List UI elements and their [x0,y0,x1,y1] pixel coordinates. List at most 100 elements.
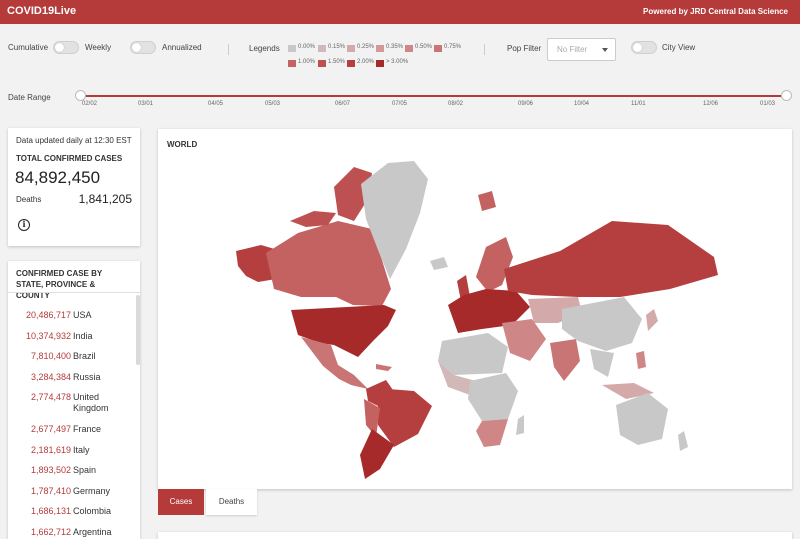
region-count: 1,686,131 [30,506,71,516]
info-icon[interactable]: i [18,219,30,231]
region-name: Brazil [73,351,96,361]
date-range-start-handle[interactable] [75,90,86,101]
region-madagascar [516,415,524,435]
region-india [550,339,580,381]
region-name: Argentina [73,526,112,537]
region-iceland [430,257,448,270]
date-tick-label: 09/06 [518,101,534,107]
secondary-card [158,532,792,539]
region-count: 2,774,478 [30,392,71,402]
app-title: COVID19Live [7,5,77,17]
legend-label: 0.00% [298,44,316,50]
top-bar: COVID19Live Powered by JRD Central Data … [0,0,800,24]
legend-label: 1.00% [298,59,316,65]
region-south-africa [476,419,508,447]
region-count: 2,677,497 [30,424,71,434]
city-view-label: City View [662,43,696,52]
legend-swatch [318,60,326,67]
date-tick-label: 01/03 [760,101,776,107]
summary-card: Data updated daily at 12:30 EST TOTAL CO… [8,128,140,246]
date-tick-label: 02/02 [82,101,98,107]
region-southeast-asia [590,349,614,377]
cumulative-label: Cumulative [8,43,49,52]
tab-deaths[interactable]: Deaths [206,489,257,515]
date-tick-label: 10/04 [574,101,590,107]
date-tick-label: 04/05 [208,101,224,107]
deaths-value: 1,841,205 [78,192,132,206]
divider [228,44,229,55]
legend-swatch [288,60,296,67]
pop-filter-select[interactable]: No Filter [547,38,616,61]
legend-swatch [434,45,442,52]
date-tick-label: 05/03 [265,101,281,107]
region-name: France [73,424,102,434]
divider [484,44,485,55]
region-count: 1,662,712 [30,526,71,537]
deaths-label: Deaths [16,195,42,204]
date-range-label: Date Range [8,93,51,102]
date-tick-label: 08/02 [448,101,464,107]
date-range-end-handle[interactable] [781,90,792,101]
legend-swatch [376,45,384,52]
legends-label: Legends [249,44,280,53]
legend-label: 0.50% [415,44,433,50]
region-brazil [378,389,432,447]
date-tick-label: 11/01 [631,101,646,107]
region-count: 3,284,384 [30,371,71,382]
region-australia [616,393,668,445]
region-count: 20,486,717 [25,310,71,320]
legend-swatch [288,45,296,52]
list-scrollbar[interactable] [136,295,140,365]
legend-label: > 3.00% [386,59,409,65]
world-map[interactable] [158,129,792,489]
region-japan [646,309,658,331]
region-count: 7,810,400 [30,351,71,361]
city-view-toggle[interactable] [631,41,657,54]
region-list-card: CONFIRMED CASE BY STATE, PROVINCE & COUN… [8,261,140,539]
annualized-label: Annualized [162,43,202,52]
date-range-track[interactable] [80,95,787,97]
region-count: 1,787,410 [30,485,71,496]
caret-down-icon [602,48,608,52]
region-name: Spain [73,465,97,475]
cumulative-weekly-toggle[interactable] [53,41,79,54]
region-central-africa [468,373,518,421]
date-tick-label: 07/05 [392,101,408,107]
total-cases-label: TOTAL CONFIRMED CASES [16,154,123,163]
legend-swatch [405,45,413,52]
region-count: 2,181,619 [30,444,71,455]
world-map-card: WORLD [158,129,792,489]
pop-filter-value: No Filter [557,45,588,54]
date-tick-label: 12/06 [703,101,719,107]
region-name: Russia [73,371,101,382]
region-usa [291,305,396,357]
legend-swatch [347,45,355,52]
date-tick-label: 03/01 [138,101,154,107]
legend-swatch [376,60,384,67]
region-name: Germany [73,485,111,496]
region-count: 1,893,502 [30,465,71,475]
weekly-label: Weekly [85,43,112,52]
region-new-zealand [678,431,688,451]
legend-label: 0.15% [328,44,346,50]
region-north-africa [438,333,508,375]
pop-filter-label: Pop Filter [507,44,542,53]
legend-label: 0.35% [386,44,404,50]
region-name: Italy [73,444,90,455]
region-russia [504,221,718,297]
region-name: USA [73,310,92,320]
region-count: 10,374,932 [25,330,71,341]
legend-swatch [318,45,326,52]
powered-by-text: Powered by JRD Central Data Science [643,7,788,16]
legend-label: 2.00% [357,59,375,65]
region-caribbean [376,364,392,371]
region-name: India [73,330,93,341]
region-list-title: CONFIRMED CASE BY STATE, PROVINCE & COUN… [16,269,103,300]
region-name: United Kingdom [73,392,109,413]
date-tick-label: 06/07 [335,101,351,107]
legend-label: 0.75% [444,44,462,50]
annualized-toggle[interactable] [130,41,156,54]
tab-cases[interactable]: Cases [158,489,204,515]
total-cases-value: 84,892,450 [15,168,101,187]
region-philippines [636,351,646,369]
